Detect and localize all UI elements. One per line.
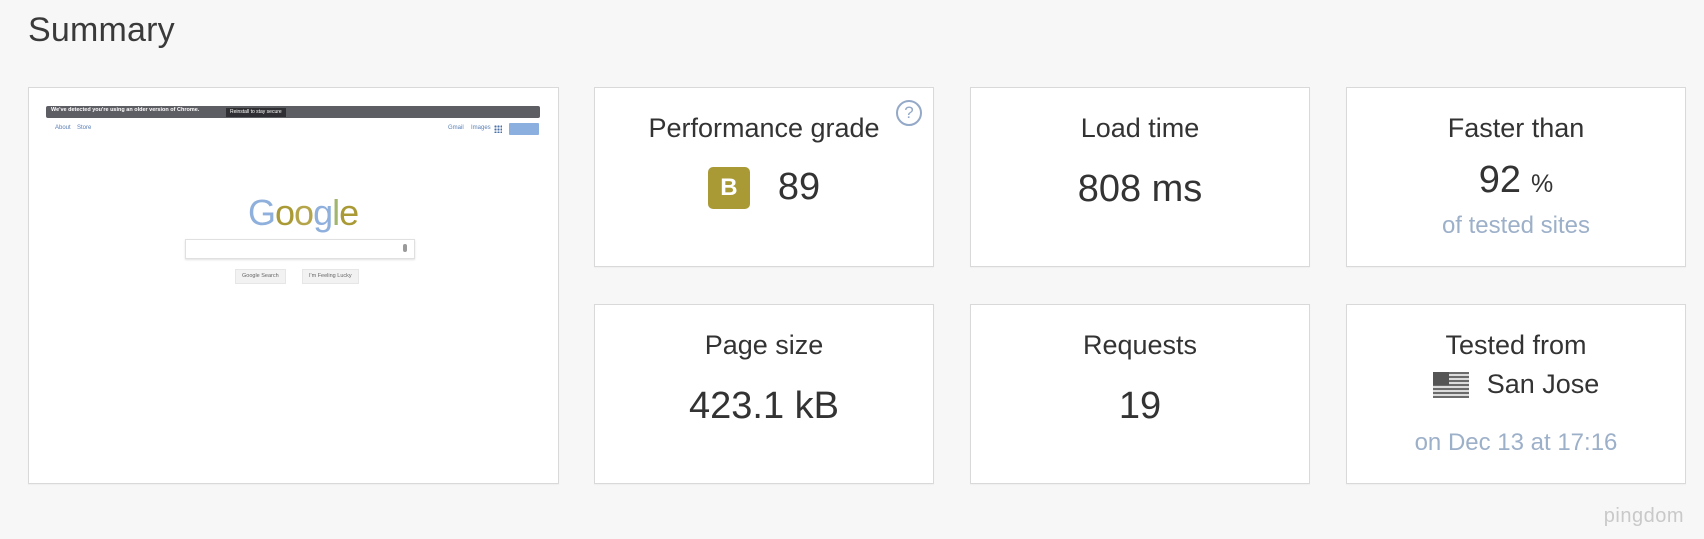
performance-score: 89: [777, 166, 821, 208]
location-row: San Jose: [1347, 369, 1685, 400]
search-box: [185, 239, 415, 259]
requests-value: 19: [1118, 385, 1162, 427]
browser-warning-banner: We've detected you're using an older ver…: [46, 106, 540, 118]
performance-grade-label: Performance grade: [648, 113, 880, 143]
performance-grade-card: Performance grade ? B 89: [594, 87, 934, 267]
test-location: San Jose: [1486, 369, 1600, 399]
sign-in-button: [509, 123, 539, 135]
faster-than-value-row: 92%: [1347, 159, 1685, 202]
nav-link-about: About: [55, 125, 71, 131]
us-flag-icon: [1432, 371, 1469, 398]
page-size-card: Page size 423.1 kB: [594, 304, 934, 484]
help-icon[interactable]: ?: [896, 100, 922, 126]
apps-grid-icon: [494, 125, 502, 133]
pingdom-logo: pingdom: [1603, 505, 1684, 527]
nav-link-gmail: Gmail: [448, 125, 464, 131]
banner-button: Reinstall to stay secure: [226, 107, 286, 117]
percent-unit: %: [1531, 170, 1554, 198]
faster-than-value: 92: [1478, 159, 1522, 201]
test-date: on Dec 13 at 17:16: [1414, 429, 1618, 456]
load-time-card: Load time 808 ms: [970, 87, 1310, 267]
faster-than-label: Faster than: [1447, 113, 1585, 143]
page-size-value: 423.1 kB: [689, 385, 839, 427]
page-title: Summary: [28, 11, 175, 49]
banner-text: We've detected you're using an older ver…: [51, 107, 200, 113]
load-time-value: 808 ms: [1077, 168, 1203, 210]
tested-from-card: Tested from San Jose on Dec 13 at 17:16: [1346, 304, 1686, 484]
requests-label: Requests: [1082, 330, 1198, 360]
faster-than-card: Faster than 92% of tested sites: [1346, 87, 1686, 267]
grade-row: B 89: [595, 166, 933, 209]
nav-link-images: Images: [471, 125, 491, 131]
load-time-label: Load time: [1080, 113, 1200, 143]
tested-from-label: Tested from: [1445, 330, 1587, 360]
page-size-label: Page size: [704, 330, 824, 360]
nav-link-store: Store: [77, 125, 92, 131]
google-logo: Google: [248, 192, 359, 233]
microphone-icon: [403, 244, 407, 252]
faster-than-subtext: of tested sites: [1441, 212, 1591, 239]
google-search-button: Google Search: [235, 269, 286, 284]
screenshot-content: We've detected you're using an older ver…: [46, 106, 540, 356]
page-screenshot-thumbnail[interactable]: We've detected you're using an older ver…: [28, 87, 559, 484]
requests-card: Requests 19: [970, 304, 1310, 484]
feeling-lucky-button: I'm Feeling Lucky: [302, 269, 359, 284]
grade-badge: B: [707, 166, 750, 209]
